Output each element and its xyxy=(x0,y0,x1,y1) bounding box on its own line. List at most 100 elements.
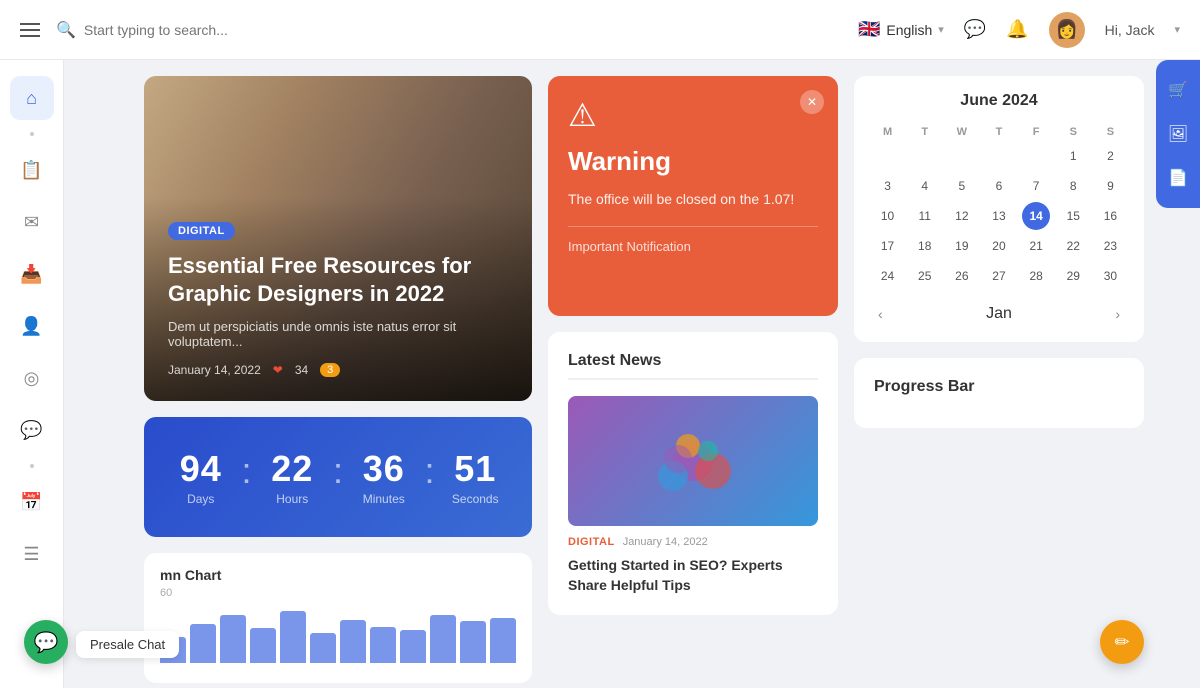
document-icon[interactable]: 📄 xyxy=(1156,156,1200,200)
calendar-day[interactable]: 9 xyxy=(1096,172,1124,200)
calendar-day[interactable]: 3 xyxy=(874,172,902,200)
calendar-day[interactable]: 15 xyxy=(1059,202,1087,230)
sidebar-item-list[interactable]: ☰ xyxy=(10,532,54,576)
warning-card: ✕ ⚠ Warning The office will be closed on… xyxy=(548,76,838,316)
hours-label: Hours xyxy=(256,492,329,506)
avatar: 👩 xyxy=(1049,12,1085,48)
calendar-day[interactable]: 30 xyxy=(1096,262,1124,290)
chart-bar xyxy=(400,630,426,663)
warning-title: Warning xyxy=(568,146,818,177)
user-chevron: ▾ xyxy=(1174,23,1180,36)
hamburger-menu[interactable] xyxy=(20,23,40,37)
sidebar-item-inbox[interactable]: 📥 xyxy=(10,252,54,296)
calendar-day[interactable]: 27 xyxy=(985,262,1013,290)
calendar-card: June 2024 MTWTFSS 1234567891011121314151… xyxy=(854,76,1144,342)
calendar-day[interactable]: 19 xyxy=(948,232,976,260)
digital-badge: DIGITAL xyxy=(168,222,235,240)
calendar-day-label: M xyxy=(870,122,905,142)
calendar-day[interactable]: 8 xyxy=(1059,172,1087,200)
calendar-day[interactable]: 18 xyxy=(911,232,939,260)
calendar-day[interactable]: 28 xyxy=(1022,262,1050,290)
chat-bubble[interactable]: 💬 xyxy=(24,620,68,664)
warning-message: The office will be closed on the 1.07! xyxy=(568,189,818,210)
calendar-next[interactable]: › xyxy=(1107,302,1128,326)
user-greeting[interactable]: Hi, Jack xyxy=(1105,22,1155,38)
countdown-minutes: 36 Minutes xyxy=(347,448,420,506)
calendar-day[interactable]: 23 xyxy=(1096,232,1124,260)
chart-title: mn Chart xyxy=(160,567,516,583)
days-value: 94 xyxy=(164,448,237,490)
edit-fab[interactable]: ✏ xyxy=(1100,620,1144,664)
warning-close-button[interactable]: ✕ xyxy=(800,90,824,114)
chart-bar xyxy=(190,624,216,663)
calendar-day[interactable]: 21 xyxy=(1022,232,1050,260)
calendar-day-label: T xyxy=(981,122,1016,142)
search-input[interactable] xyxy=(84,22,456,38)
calendar-day[interactable]: 14 xyxy=(1022,202,1050,230)
progress-bar-card: Progress Bar xyxy=(854,358,1144,428)
presale-chat-label: Presale Chat xyxy=(76,631,179,658)
calendar-day-label: F xyxy=(1019,122,1054,142)
gallery-icon[interactable]: 🖼 xyxy=(1156,112,1200,156)
countdown-seconds: 51 Seconds xyxy=(439,448,512,506)
sidebar-item-home[interactable]: ⌂ xyxy=(10,76,54,120)
cart-icon[interactable]: 🛒 xyxy=(1156,68,1200,112)
sidebar-item-calendar[interactable]: 📅 xyxy=(10,480,54,524)
calendar-day[interactable]: 20 xyxy=(985,232,1013,260)
days-label: Days xyxy=(164,492,237,506)
notification-icon[interactable]: 🔔 xyxy=(1006,19,1028,40)
calendar-day[interactable]: 16 xyxy=(1096,202,1124,230)
sep-2: : xyxy=(329,450,347,492)
calendar-day[interactable]: 29 xyxy=(1059,262,1087,290)
hero-overlay: DIGITAL Essential Free Resources for Gra… xyxy=(144,197,532,401)
sidebar-item-wifi[interactable]: ◎ xyxy=(10,356,54,400)
sidebar-item-users[interactable]: 👤 xyxy=(10,304,54,348)
minutes-value: 36 xyxy=(347,448,420,490)
calendar-day[interactable]: 5 xyxy=(948,172,976,200)
calendar-title: June 2024 xyxy=(870,92,1128,110)
warning-icon: ⚠ xyxy=(568,96,818,134)
chart-bar xyxy=(250,628,276,663)
sidebar-item-chat[interactable]: 💬 xyxy=(10,408,54,452)
news-date: January 14, 2022 xyxy=(623,536,708,548)
sidebar-dot-2 xyxy=(30,464,34,468)
main-column-2: ✕ ⚠ Warning The office will be closed on… xyxy=(548,76,838,683)
minutes-label: Minutes xyxy=(347,492,420,506)
calendar-day[interactable]: 7 xyxy=(1022,172,1050,200)
calendar-grid: MTWTFSS xyxy=(870,122,1128,142)
sep-1: : xyxy=(237,450,255,492)
sep-3: : xyxy=(420,450,438,492)
calendar-day[interactable]: 17 xyxy=(874,232,902,260)
language-selector[interactable]: 🇬🇧 English ▾ xyxy=(858,19,944,40)
seconds-label: Seconds xyxy=(439,492,512,506)
calendar-day[interactable]: 13 xyxy=(985,202,1013,230)
calendar-day[interactable]: 12 xyxy=(948,202,976,230)
calendar-day xyxy=(911,142,939,170)
calendar-prev[interactable]: ‹ xyxy=(870,302,891,326)
calendar-day[interactable]: 26 xyxy=(948,262,976,290)
chart-card: mn Chart 60 xyxy=(144,553,532,683)
calendar-day[interactable]: 22 xyxy=(1059,232,1087,260)
calendar-day[interactable]: 11 xyxy=(911,202,939,230)
calendar-day[interactable]: 4 xyxy=(911,172,939,200)
calendar-day xyxy=(874,142,902,170)
chat-icon[interactable]: 💬 xyxy=(964,19,986,40)
calendar-day[interactable]: 25 xyxy=(911,262,939,290)
hero-title: Essential Free Resources for Graphic Des… xyxy=(168,252,508,309)
seconds-value: 51 xyxy=(439,448,512,490)
calendar-day[interactable]: 10 xyxy=(874,202,902,230)
calendar-day[interactable]: 6 xyxy=(985,172,1013,200)
calendar-days: 1234567891011121314151617181920212223242… xyxy=(870,142,1128,290)
sidebar: ⌂ 📋 ✉ 📥 👤 ◎ 💬 📅 ☰ xyxy=(0,60,64,688)
calendar-day[interactable]: 1 xyxy=(1059,142,1087,170)
news-image-svg xyxy=(633,411,753,511)
sidebar-item-clipboard[interactable]: 📋 xyxy=(10,148,54,192)
calendar-day[interactable]: 2 xyxy=(1096,142,1124,170)
news-divider xyxy=(568,378,818,380)
progress-bar-title: Progress Bar xyxy=(874,378,1124,396)
calendar-day-label: W xyxy=(944,122,979,142)
warning-divider xyxy=(568,226,818,227)
sidebar-item-send[interactable]: ✉ xyxy=(10,200,54,244)
language-label: English xyxy=(886,22,932,38)
calendar-day[interactable]: 24 xyxy=(874,262,902,290)
